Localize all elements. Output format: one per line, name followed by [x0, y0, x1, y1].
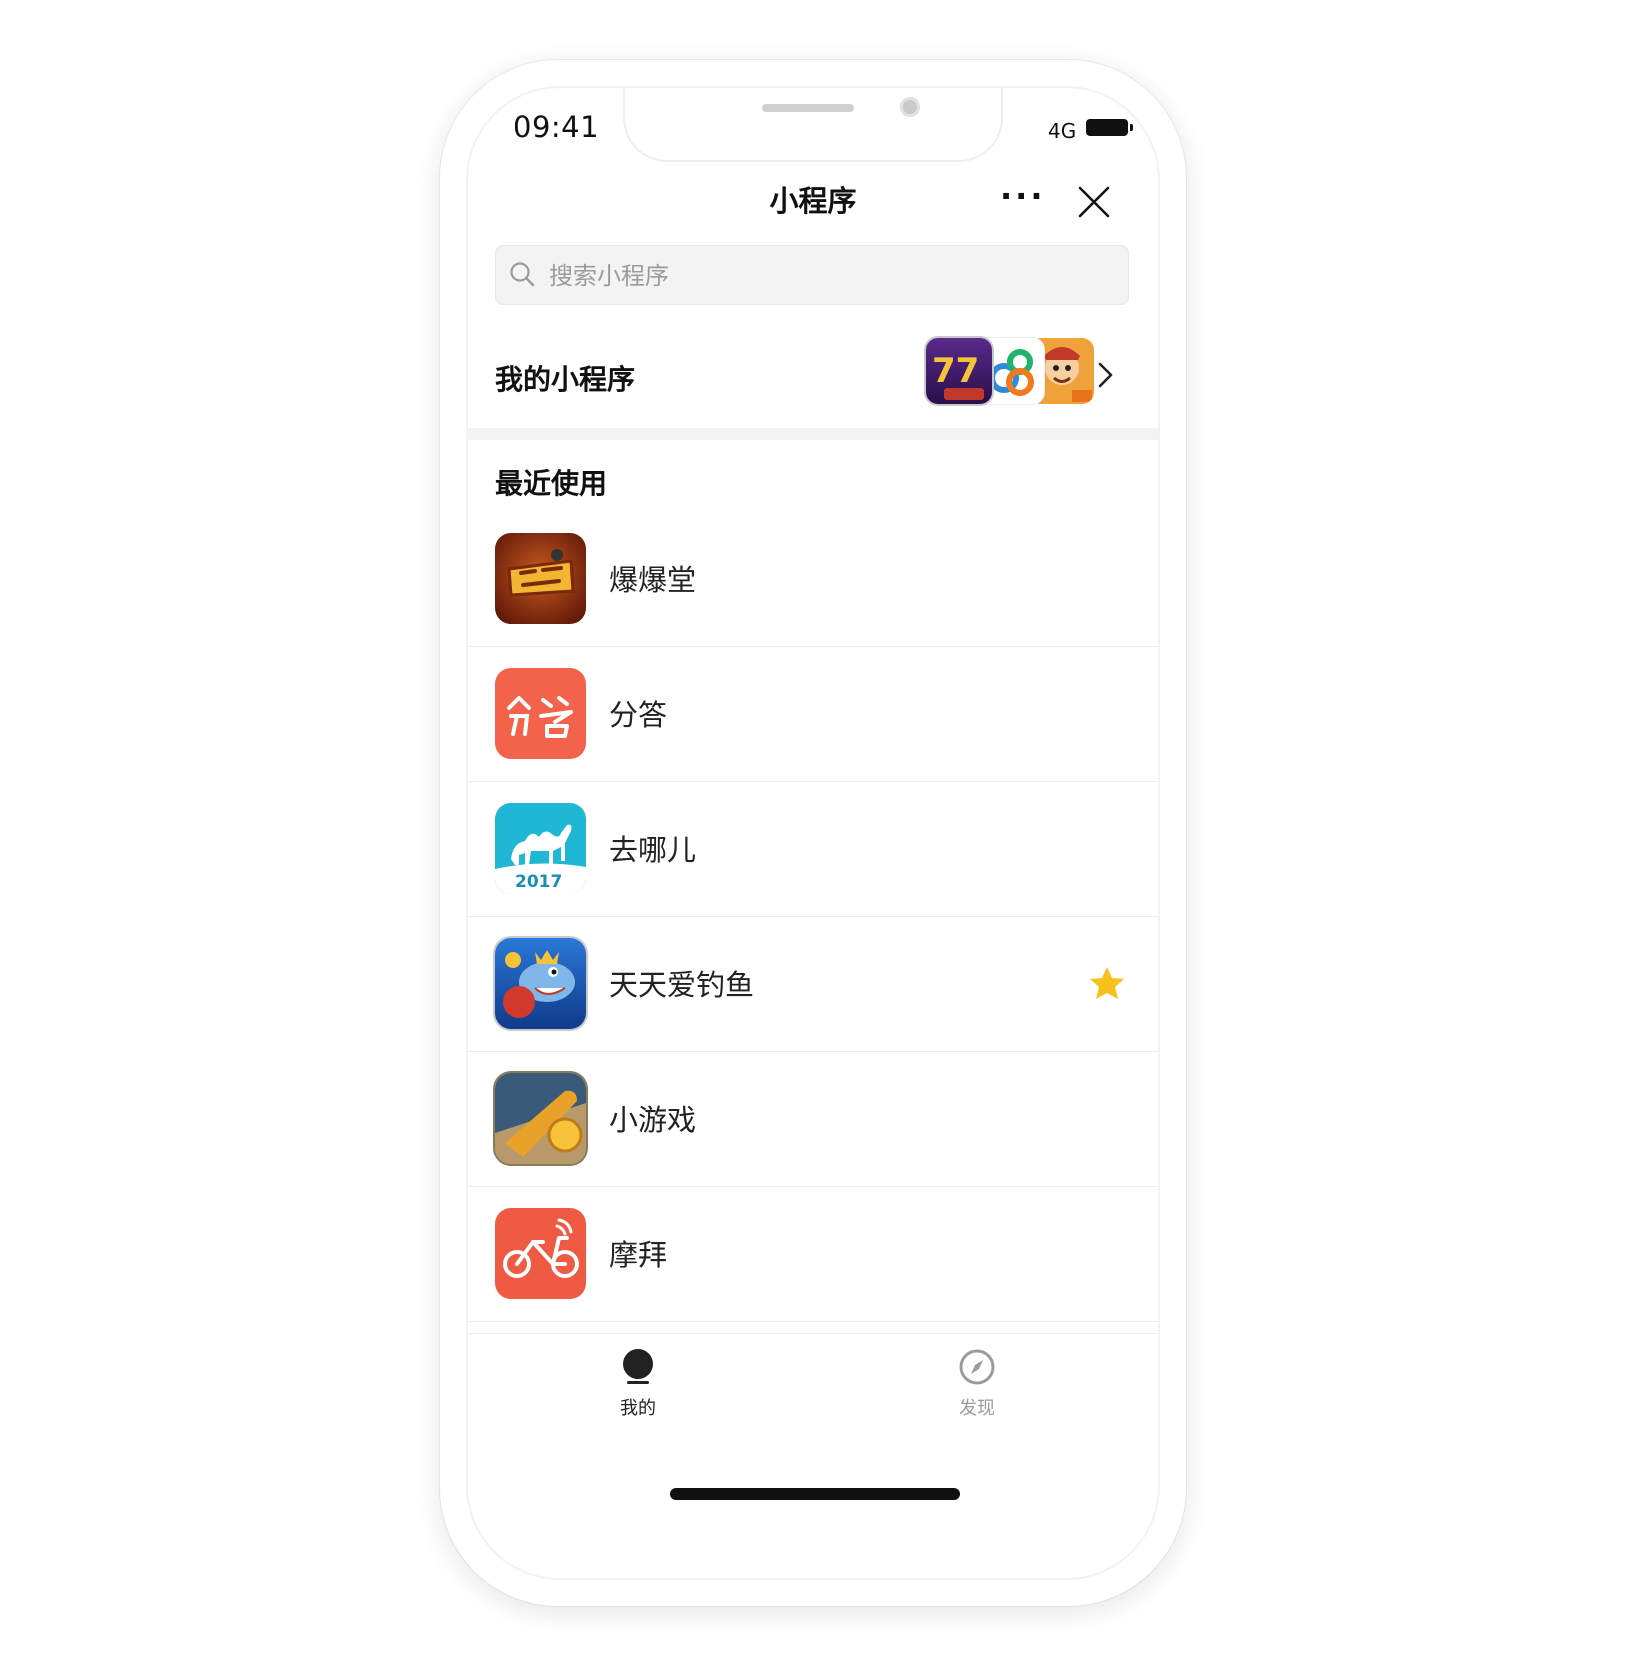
mobike-icon — [495, 1208, 586, 1299]
search-bar[interactable] — [495, 245, 1129, 305]
qunar-year: 2017 — [515, 872, 562, 892]
svg-text:77: 77 — [932, 351, 979, 391]
user-icon — [623, 1349, 653, 1384]
app-name: 爆爆堂 — [609, 563, 697, 597]
app-name: 小游戏 — [609, 1103, 697, 1137]
tab-mine-label: 我的 — [620, 1398, 656, 1419]
list-item[interactable] — [468, 1322, 1158, 1333]
my-mini-programs-preview: 77 — [926, 338, 1094, 404]
tab-discover-label: 发现 — [959, 1398, 995, 1419]
screen: 09:41 4G 小程序 ··· 我的小程序 — [468, 88, 1158, 1578]
my-mini-programs-row[interactable]: 我的小程序 77 — [468, 324, 1158, 426]
section-divider — [468, 428, 1158, 440]
recent-list: 爆爆堂 分答 2017 去哪儿 天天爱钓鱼 小游戏 摩拜 — [468, 512, 1158, 1333]
front-camera — [900, 97, 920, 117]
compass-icon — [959, 1349, 995, 1385]
list-item[interactable]: 小游戏 — [468, 1052, 1158, 1187]
speaker — [762, 104, 854, 112]
home-indicator[interactable] — [670, 1488, 960, 1500]
slot-machine-icon: 77 — [926, 338, 992, 404]
notch — [623, 88, 1003, 162]
search-input[interactable] — [547, 255, 1111, 297]
app-name: 去哪儿 — [609, 833, 697, 867]
app-name: 天天爱钓鱼 — [609, 968, 755, 1002]
baobaotang-icon — [495, 533, 586, 624]
recent-section-title: 最近使用 — [495, 467, 608, 500]
more-icon[interactable]: ··· — [1000, 180, 1045, 212]
network-indicator: 4G — [1048, 119, 1077, 143]
star-icon[interactable] — [1088, 965, 1126, 1001]
tab-mine[interactable]: 我的 — [578, 1348, 698, 1420]
list-item[interactable]: 天天爱钓鱼 — [468, 917, 1158, 1052]
status-time: 09:41 — [513, 110, 600, 144]
list-item[interactable]: 分答 — [468, 647, 1158, 782]
search-icon — [510, 262, 535, 287]
qunar-camel-icon: 2017 — [495, 803, 586, 894]
app-name: 摩拜 — [609, 1238, 668, 1272]
fishing-game-icon — [495, 938, 586, 1029]
chevron-right-icon — [1098, 362, 1113, 388]
list-item[interactable]: 摩拜 — [468, 1187, 1158, 1322]
phone-frame: 09:41 4G 小程序 ··· 我的小程序 — [440, 60, 1186, 1606]
close-icon[interactable] — [1076, 184, 1112, 220]
battery-icon — [1086, 119, 1133, 136]
mini-game-icon — [495, 1073, 586, 1164]
page-title: 小程序 — [769, 184, 857, 218]
my-mini-programs-label: 我的小程序 — [495, 363, 636, 396]
tab-bar: 我的 发现 — [468, 1333, 1158, 1430]
tab-discover[interactable]: 发现 — [917, 1348, 1037, 1420]
list-item[interactable]: 2017 去哪儿 — [468, 782, 1158, 917]
app-name: 分答 — [609, 698, 668, 732]
fenda-icon — [495, 668, 586, 759]
list-item[interactable]: 爆爆堂 — [468, 512, 1158, 647]
